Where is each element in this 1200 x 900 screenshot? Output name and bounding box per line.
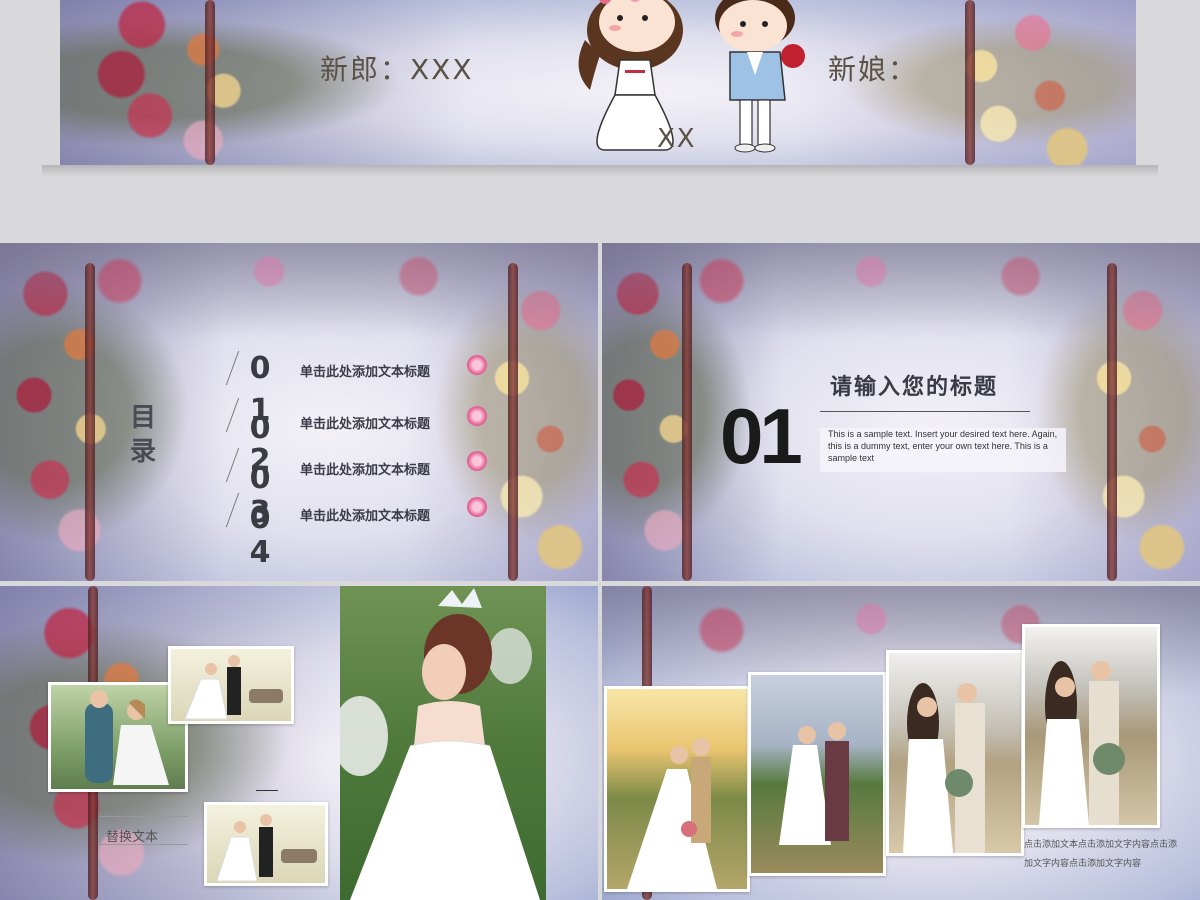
watercolor-flowers-right xyxy=(1008,243,1200,581)
photo-slide-a-thumbnail[interactable]: 替换文本 xyxy=(0,586,598,900)
toc-heading-line1: 目 xyxy=(129,403,156,433)
section-body-text[interactable]: This is a sample text. Insert your desir… xyxy=(820,428,1066,472)
section-number: 01 xyxy=(720,392,803,480)
wedding-photo-flower-crown[interactable] xyxy=(1022,624,1160,828)
toc-slide-thumbnail[interactable]: 目 录 0 1 0 2 0 3 0 4 单击此处添加文本标题 单击此处添加文本标… xyxy=(0,243,598,581)
toc-number-4b: 4 xyxy=(249,535,271,570)
caption-line-top xyxy=(100,816,188,817)
wedding-photo-couple-walking[interactable] xyxy=(48,682,188,792)
wedding-photo-bench[interactable] xyxy=(168,646,294,724)
wedding-photo-hillside[interactable] xyxy=(748,672,886,876)
vine-trunk xyxy=(1107,263,1117,581)
toc-number-4a: 0 xyxy=(249,501,271,536)
rose-bullet-icon xyxy=(467,451,487,471)
toc-item-3[interactable]: 单击此处添加文本标题 xyxy=(300,459,430,478)
vine-trunk xyxy=(965,0,975,165)
bride-label: 新娘： xyxy=(828,53,919,86)
accent-dash xyxy=(256,790,278,791)
wedding-photo-bench-2[interactable] xyxy=(204,802,328,886)
wedding-photo-field-couple[interactable] xyxy=(886,650,1024,856)
caption-line-bottom xyxy=(100,844,188,845)
rose-bullet-icon xyxy=(467,497,487,517)
bride-portrait-photo[interactable] xyxy=(340,586,546,900)
hero-caption: XX xyxy=(657,124,697,154)
vine-trunk xyxy=(682,263,692,581)
toc-heading: 目 录 xyxy=(123,401,163,469)
section-slide-thumbnail[interactable]: 01 请输入您的标题 This is a sample text. Insert… xyxy=(602,243,1200,581)
toc-number-3a: 0 xyxy=(249,461,271,496)
watercolor-flowers-left xyxy=(0,243,228,581)
rose-bullet-icon xyxy=(467,406,487,426)
photo-slide-b-thumbnail[interactable]: 点击添加文本点击添加文字内容点击添加文字内容点击添加文字内容 xyxy=(602,586,1200,900)
watercolor-flowers-right xyxy=(406,243,598,581)
toc-item-1[interactable]: 单击此处添加文本标题 xyxy=(300,361,430,380)
vine-trunk xyxy=(205,0,215,165)
toc-heading-line2: 录 xyxy=(129,437,156,467)
toc-number-2a: 0 xyxy=(249,411,271,446)
wedding-photo-sunset-kiss[interactable] xyxy=(604,686,750,892)
photo-caption[interactable]: 替换文本 xyxy=(106,826,158,845)
photo-body-text[interactable]: 点击添加文本点击添加文字内容点击添加文字内容点击添加文字内容 xyxy=(1024,836,1184,874)
toc-item-4[interactable]: 单击此处添加文本标题 xyxy=(300,505,430,524)
toc-number-1a: 0 xyxy=(249,351,271,386)
groom-label: 新郎：XXX xyxy=(320,53,474,86)
vine-trunk xyxy=(85,263,95,581)
section-title[interactable]: 请输入您的标题 xyxy=(830,369,998,401)
vine-trunk xyxy=(508,263,518,581)
rose-bullet-icon xyxy=(467,355,487,375)
slide-shadow xyxy=(42,165,1158,177)
toc-item-2[interactable]: 单击此处添加文本标题 xyxy=(300,413,430,432)
hero-slide-thumbnail[interactable]: 新郎：XXX 新娘： XX xyxy=(60,0,1136,165)
title-divider-line xyxy=(820,411,1030,412)
